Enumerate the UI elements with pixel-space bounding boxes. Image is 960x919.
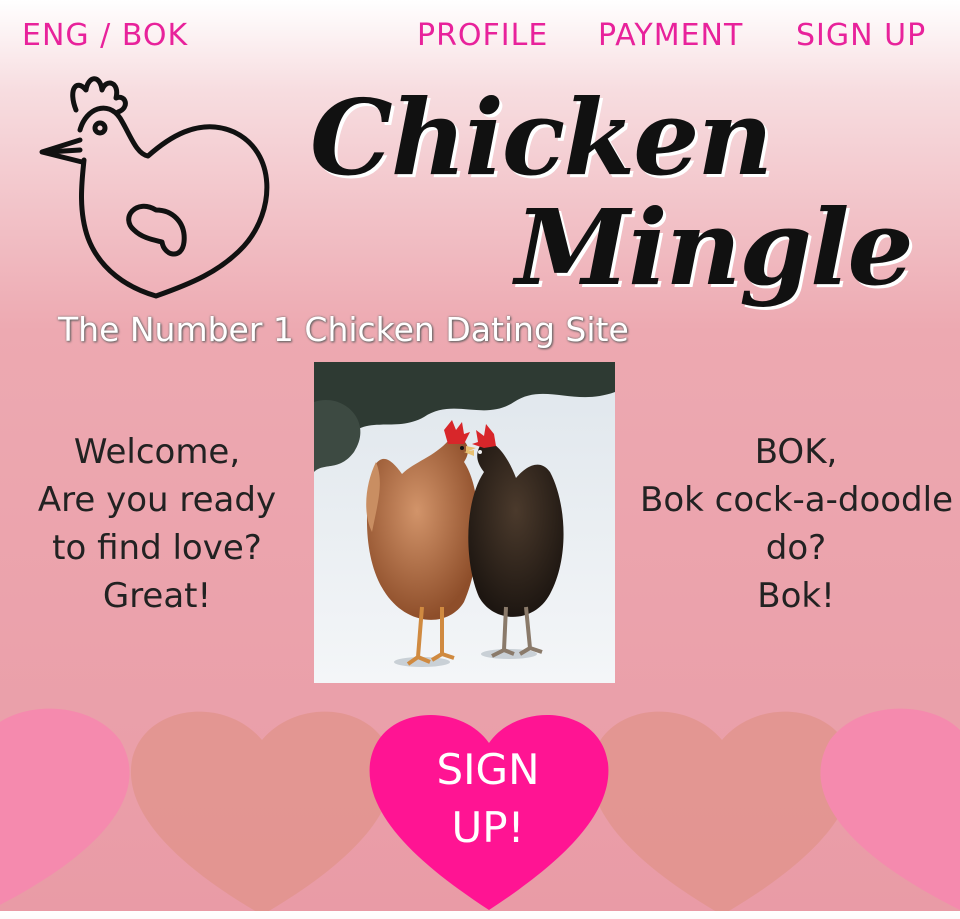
bok-line: do? [765, 528, 827, 568]
tagline: The Number 1 Chicken Dating Site [58, 310, 629, 349]
welcome-line: Welcome, [73, 432, 241, 472]
heart-icon [0, 708, 130, 905]
sign-up-heart-button[interactable]: SIGN UP! [368, 705, 610, 915]
heart-icon [590, 711, 854, 911]
welcome-line: Are you ready [37, 480, 277, 520]
chicken-heart-icon [39, 76, 270, 299]
brand-title-line2: Mingle [515, 186, 914, 309]
welcome-line: to find love? [52, 528, 262, 568]
language-toggle[interactable]: ENG / BOK [22, 18, 188, 53]
nav-profile-link[interactable]: PROFILE [417, 18, 548, 53]
welcome-line: Great! [102, 576, 212, 616]
welcome-message: Welcome, Are you ready to find love? Gre… [12, 428, 302, 620]
heart-icon [820, 708, 960, 910]
bok-line: Bok! [757, 576, 835, 616]
brand-title-line1: Chicken [310, 76, 773, 199]
two-chickens-photo [314, 362, 615, 683]
bok-line: Bok cock-a-doodle [640, 480, 954, 520]
nav-sign-up-link[interactable]: SIGN UP [796, 18, 926, 53]
cta-line: SIGN [436, 745, 540, 794]
bok-message: BOK, Bok cock-a-doodle do? Bok! [640, 428, 954, 620]
bok-line: BOK, [754, 432, 838, 472]
heart-icon [130, 711, 394, 911]
nav-payment-link[interactable]: PAYMENT [598, 18, 743, 53]
cta-line: UP! [451, 803, 525, 852]
sign-up-cta-label: SIGN UP! [368, 741, 608, 857]
